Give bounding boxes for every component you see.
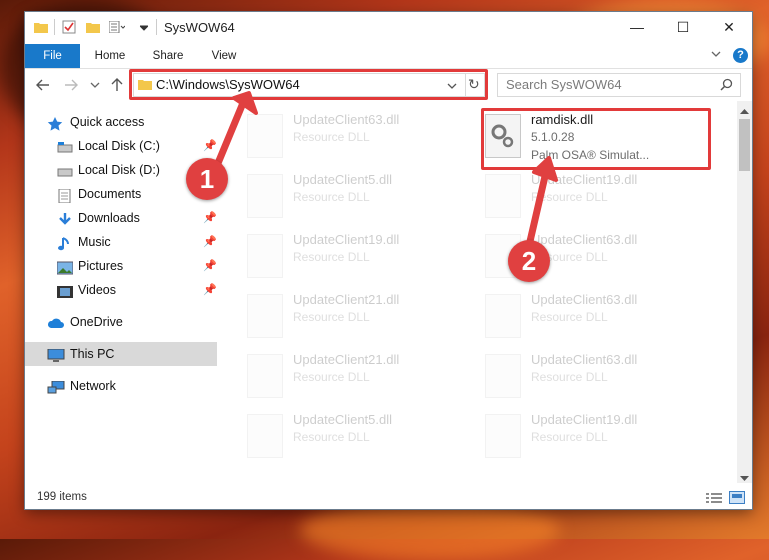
step-badge-1: 1 [186, 158, 228, 200]
arrow-1 [212, 99, 247, 172]
annotation-arrows [212, 91, 558, 254]
arrow-2 [524, 168, 550, 254]
step-badge-2: 2 [508, 240, 550, 282]
arrow-2-head [532, 156, 558, 182]
